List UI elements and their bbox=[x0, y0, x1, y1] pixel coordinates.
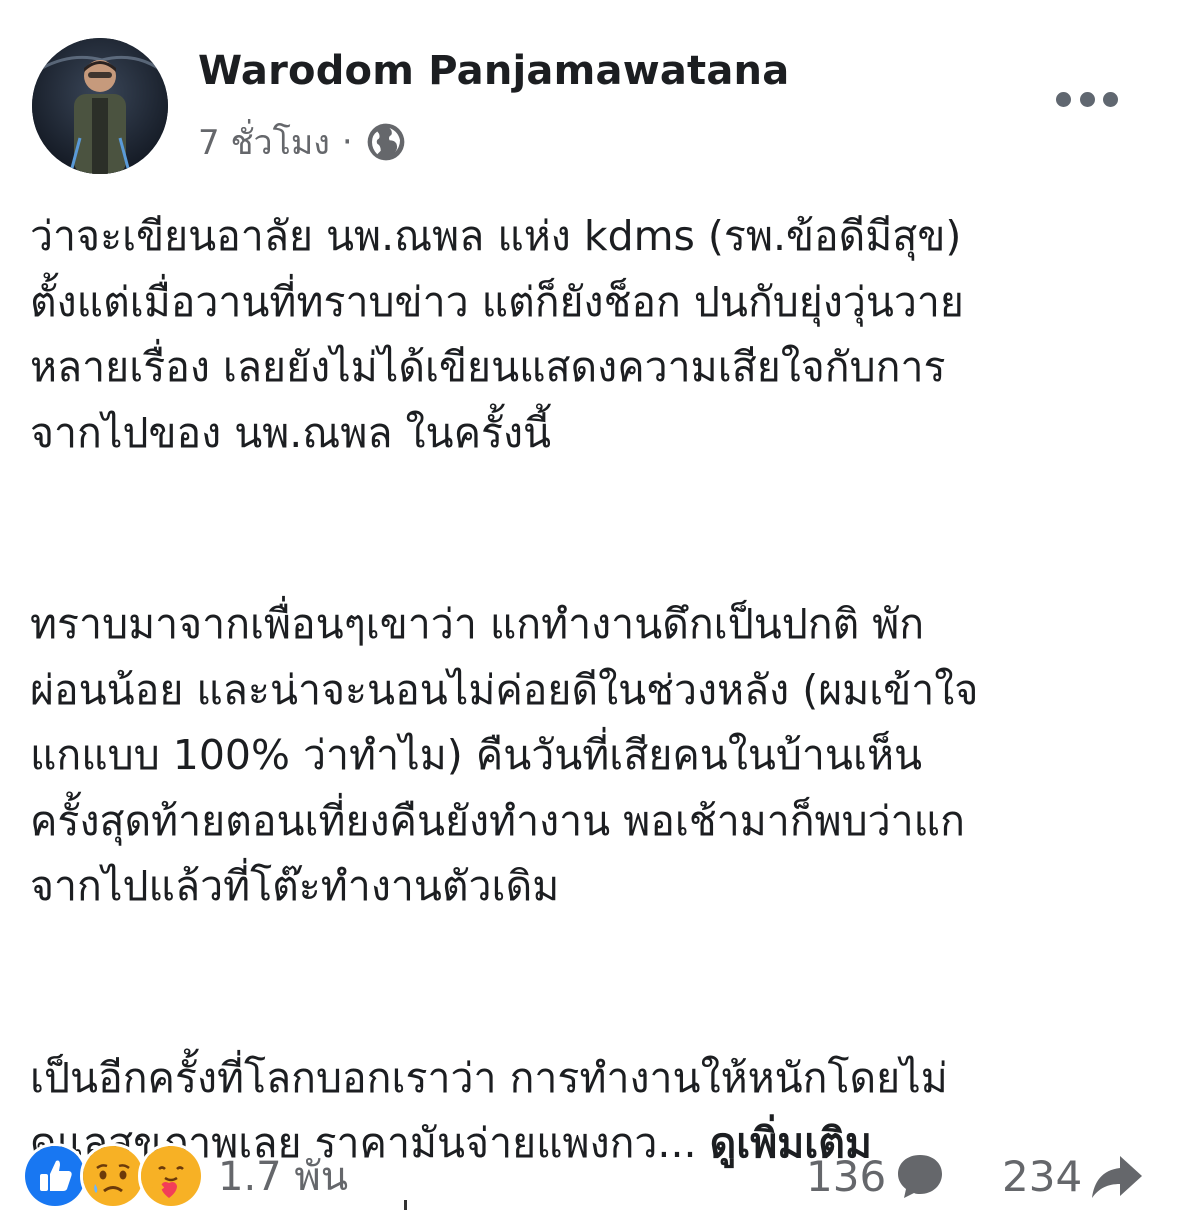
sad-icon bbox=[80, 1143, 146, 1209]
care-icon bbox=[138, 1143, 204, 1209]
share-count: 234 bbox=[1002, 1151, 1083, 1201]
author-name[interactable]: Warodom Panjamawatana bbox=[198, 48, 789, 94]
post-content: ว่าจะเขียนอาลัย นพ.ณพล แห่ง kdms (รพ.ข้อ… bbox=[30, 204, 1180, 1177]
text-line: จากไปแล้วที่โต๊ะทำงานตัวเดิม bbox=[30, 862, 560, 910]
post-meta: 7 ชั่วโมง · bbox=[198, 118, 407, 166]
text-line: แกแบบ 100% ว่าทำไม) คืนวันที่เสียคนในบ้า… bbox=[30, 731, 923, 779]
more-options-button[interactable] bbox=[1056, 84, 1118, 114]
post-time[interactable]: 7 ชั่วโมง bbox=[198, 115, 330, 169]
text-line: ผ่อนน้อย และน่าจะนอนไม่ค่อยดีในช่วงหลัง … bbox=[30, 665, 979, 714]
comment-icon bbox=[898, 1155, 943, 1198]
more-dot bbox=[1056, 91, 1071, 107]
more-dot bbox=[1079, 91, 1095, 107]
post-paragraph: ทราบมาจากเพื่อนๆเขาว่า แกทำงานดึกเป็นปกต… bbox=[30, 592, 1180, 920]
globe-icon[interactable] bbox=[365, 121, 407, 163]
author-avatar[interactable] bbox=[32, 38, 168, 174]
like-icon bbox=[22, 1143, 88, 1209]
avatar-photo bbox=[32, 38, 168, 174]
comments-count-button[interactable]: 136 bbox=[806, 1146, 948, 1206]
share-icon bbox=[1092, 1156, 1143, 1198]
shares-count-button[interactable]: 234 bbox=[1002, 1146, 1144, 1206]
footer-tick bbox=[404, 1200, 407, 1210]
reactions-summary[interactable]: 1.7 พัน bbox=[22, 1143, 349, 1209]
comment-count: 136 bbox=[806, 1151, 887, 1201]
more-dot bbox=[1103, 91, 1118, 107]
reaction-count: 1.7 พัน bbox=[218, 1154, 349, 1200]
text-line: ตั้งแต่เมื่อวานที่ทราบข่าว แต่ก็ยังช็อก … bbox=[30, 277, 964, 326]
text-line: ทราบมาจากเพื่อนๆเขาว่า แกทำงานดึกเป็นปกต… bbox=[30, 600, 925, 648]
post-footer: 1.7 พัน 136 234 bbox=[0, 1138, 1200, 1214]
post-paragraph: ว่าจะเขียนอาลัย นพ.ณพล แห่ง kdms (รพ.ข้อ… bbox=[30, 204, 1180, 466]
text-line: เป็นอีกครั้งที่โลกบอกเราว่า การทำงานให้ห… bbox=[30, 1053, 948, 1102]
text-line: ครั้งสุดท้ายตอนเที่ยงคืนยังทำงาน พอเช้าม… bbox=[30, 796, 965, 845]
text-line: ว่าจะเขียนอาลัย นพ.ณพล แห่ง kdms (รพ.ข้อ… bbox=[30, 212, 962, 260]
text-line: จากไปของ นพ.ณพล ในครั้งนี้ bbox=[30, 408, 552, 457]
text-line: หลายเรื่อง เลยยังไม่ได้เขียนแสดงความเสีย… bbox=[30, 343, 946, 391]
meta-separator: · bbox=[341, 122, 353, 162]
